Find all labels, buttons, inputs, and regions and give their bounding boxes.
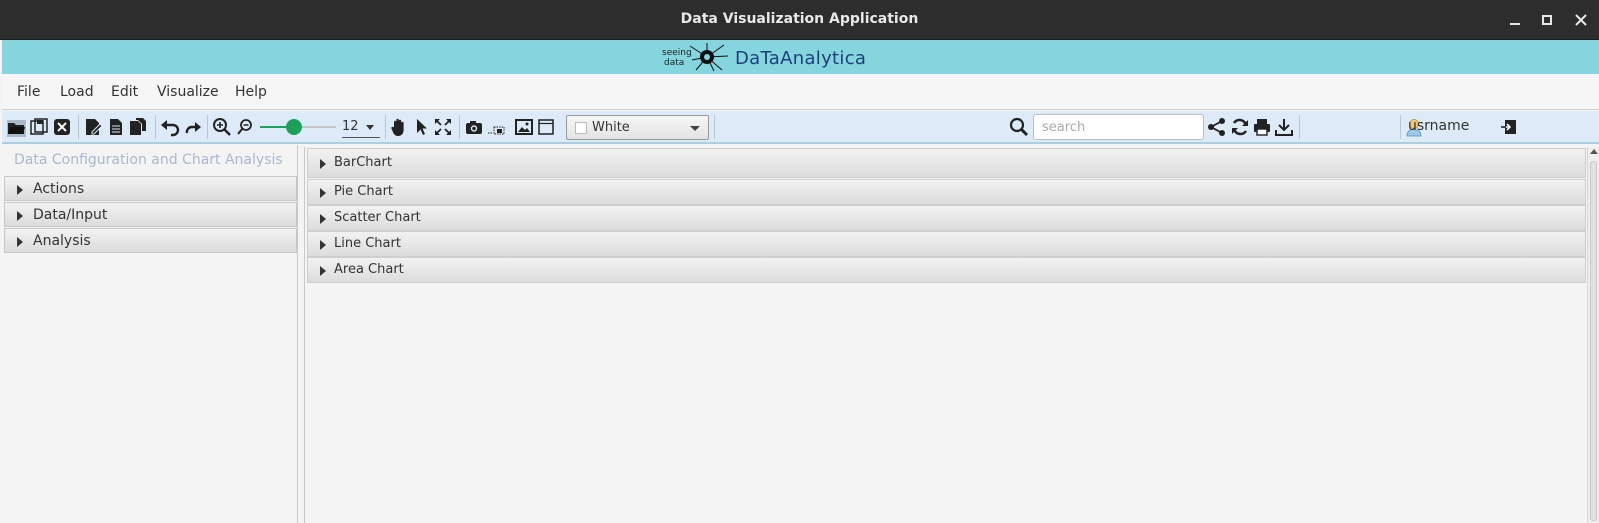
frame-icon[interactable] — [536, 117, 556, 137]
logout-icon[interactable] — [1499, 117, 1519, 137]
brand-bar: seeing data DaTaAnalytica — [2, 40, 1599, 74]
search-icon[interactable] — [1009, 117, 1029, 137]
background-color-label: White — [592, 120, 630, 135]
toolbar-separator — [459, 115, 460, 139]
camera-icon[interactable] — [464, 117, 484, 137]
scroll-up-icon[interactable] — [1590, 149, 1598, 154]
menu-file[interactable]: File — [17, 84, 40, 100]
menu-visualize[interactable]: Visualize — [157, 84, 219, 100]
refresh-icon[interactable] — [1230, 117, 1250, 137]
expand-triangle-icon — [17, 237, 23, 247]
image-icon[interactable] — [514, 117, 534, 137]
close-icon[interactable] — [1571, 10, 1591, 30]
menu-load[interactable]: Load — [60, 84, 94, 100]
expand-triangle-icon — [17, 185, 23, 195]
menu-bar: File Load Edit Visualize Help — [2, 74, 1599, 110]
toolbar-separator — [207, 115, 208, 139]
color-swatch — [575, 122, 587, 134]
chevron-down-icon — [366, 125, 374, 130]
toolbar-separator — [78, 115, 79, 139]
expand-triangle-icon — [320, 266, 326, 276]
section-analysis[interactable]: Analysis — [4, 228, 297, 253]
menu-help[interactable]: Help — [235, 84, 267, 100]
expand-triangle-icon — [320, 214, 326, 224]
panel-title: Data Configuration and Chart Analysis — [14, 152, 283, 168]
section-actions[interactable]: Actions — [4, 176, 297, 201]
expand-triangle-icon — [17, 211, 23, 221]
section-label: Pie Chart — [334, 184, 394, 199]
section-line-chart[interactable]: Line Chart — [307, 231, 1586, 257]
toolbar-separator — [385, 115, 386, 139]
vertical-scrollbar[interactable] — [1587, 147, 1599, 523]
background-color-select[interactable]: White — [566, 115, 709, 140]
redo-icon[interactable] — [182, 117, 202, 137]
copy-icon[interactable] — [128, 117, 148, 137]
section-label: Analysis — [33, 233, 91, 249]
expand-triangle-icon — [320, 159, 326, 169]
section-pie-chart[interactable]: Pie Chart — [307, 179, 1586, 205]
toolbar-separator — [1299, 115, 1300, 139]
section-label: Scatter Chart — [334, 210, 421, 225]
logo-text-bottom: data — [664, 58, 684, 68]
minimize-icon[interactable] — [1505, 10, 1525, 30]
title-bar: Data Visualization Application — [0, 0, 1599, 40]
download-icon[interactable] — [1274, 117, 1294, 137]
share-icon[interactable] — [1207, 117, 1227, 137]
logo-text-top: seeing — [662, 48, 692, 58]
section-scatter-chart[interactable]: Scatter Chart — [307, 205, 1586, 231]
window-title: Data Visualization Application — [680, 11, 919, 27]
section-label: Data/Input — [33, 207, 108, 223]
document-icon[interactable] — [106, 117, 126, 137]
section-label: Line Chart — [334, 236, 401, 251]
undo-icon[interactable] — [160, 117, 180, 137]
close-file-icon[interactable] — [52, 117, 72, 137]
toolbar-separator — [155, 115, 156, 139]
fit-screen-icon[interactable] — [433, 117, 453, 137]
zoom-level-select[interactable]: 12 — [342, 119, 380, 138]
app-window: Data Visualization Application seeing da… — [0, 0, 1599, 523]
section-barchart[interactable]: BarChart — [307, 148, 1586, 178]
zoom-in-icon[interactable] — [212, 117, 232, 137]
toolbar: 12 White search usrname — [2, 111, 1599, 144]
zoom-out-icon[interactable] — [235, 117, 255, 137]
username-label: usrname — [1408, 118, 1470, 134]
zoom-slider[interactable] — [260, 119, 336, 135]
section-label: Area Chart — [334, 262, 404, 277]
screenshot-region-icon[interactable] — [487, 117, 507, 137]
toolbar-separator — [714, 115, 715, 139]
pan-hand-icon[interactable] — [389, 117, 409, 137]
expand-triangle-icon — [320, 188, 326, 198]
chart-accordion-panel: BarChart Pie Chart Scatter Chart Line Ch… — [304, 147, 1587, 523]
maximize-icon[interactable] — [1537, 10, 1557, 30]
section-label: Actions — [33, 181, 85, 197]
print-icon[interactable] — [1252, 117, 1272, 137]
chevron-down-icon — [690, 126, 700, 131]
brand-logo: seeing data — [662, 42, 730, 72]
section-area-chart[interactable]: Area Chart — [307, 257, 1586, 283]
pointer-icon[interactable] — [411, 117, 431, 137]
zoom-level-value: 12 — [342, 119, 359, 134]
save-all-icon[interactable] — [29, 117, 49, 137]
expand-triangle-icon — [320, 240, 326, 250]
left-panel: Data Configuration and Chart Analysis Ac… — [2, 145, 298, 523]
toolbar-separator — [1400, 115, 1401, 139]
brand-name: DaTaAnalytica — [735, 48, 867, 69]
section-data-input[interactable]: Data/Input — [4, 202, 297, 227]
menu-edit[interactable]: Edit — [111, 84, 138, 100]
open-folder-icon[interactable] — [6, 117, 27, 138]
search-input[interactable] — [1033, 114, 1204, 140]
zoom-slider-thumb[interactable] — [286, 119, 303, 135]
scrollbar-thumb[interactable] — [1590, 161, 1597, 521]
edit-document-icon[interactable] — [83, 117, 103, 137]
section-label: BarChart — [334, 155, 392, 170]
